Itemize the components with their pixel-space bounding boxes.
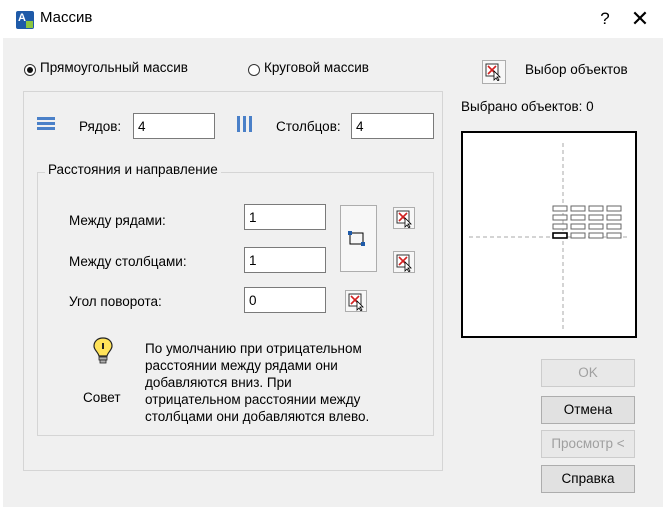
preview-cell bbox=[552, 214, 568, 221]
column-offset-input[interactable] bbox=[244, 247, 326, 273]
rows-icon bbox=[37, 117, 55, 130]
tip-line: По умолчанию при отрицательном bbox=[145, 341, 362, 356]
preview-cell bbox=[570, 232, 586, 239]
window-title: Массив bbox=[40, 9, 93, 26]
select-objects-icon bbox=[485, 63, 501, 81]
rows-label: Рядов: bbox=[79, 119, 122, 134]
preview-cell bbox=[606, 205, 622, 212]
preview-cell bbox=[588, 232, 604, 239]
pick-cursor-icon bbox=[396, 210, 412, 228]
columns-input[interactable] bbox=[351, 113, 434, 139]
tip-line: добавляются вниз. При bbox=[145, 375, 292, 390]
row-offset-input[interactable] bbox=[244, 204, 326, 230]
cancel-button[interactable]: Отмена bbox=[541, 396, 635, 424]
rows-input[interactable] bbox=[133, 113, 215, 139]
preview-cell bbox=[588, 223, 604, 230]
polar-array-label[interactable]: Круговой массив bbox=[264, 60, 369, 75]
rectangular-array-label[interactable]: Прямоугольный массив bbox=[40, 60, 188, 75]
preview-button[interactable]: Просмотр < bbox=[541, 430, 635, 458]
polar-array-radio[interactable] bbox=[248, 64, 260, 76]
rectangular-array-radio[interactable] bbox=[24, 64, 36, 76]
pick-cursor-icon bbox=[396, 254, 412, 272]
pick-both-offsets-icon bbox=[348, 231, 365, 246]
pick-angle-button[interactable] bbox=[345, 290, 367, 312]
preview-cell bbox=[570, 205, 586, 212]
pick-row-offset-button[interactable] bbox=[393, 207, 415, 229]
tip-line: расстоянии между рядами они bbox=[145, 358, 338, 373]
help-icon[interactable]: ? bbox=[593, 6, 617, 32]
preview-cell bbox=[588, 214, 604, 221]
preview-cell bbox=[570, 223, 586, 230]
preview-cell bbox=[552, 223, 568, 230]
row-offset-label: Между рядами: bbox=[69, 213, 166, 228]
preview-cell bbox=[606, 232, 622, 239]
tip-line: столбцами они добавляются влево. bbox=[145, 409, 370, 424]
tip-label: Совет bbox=[83, 390, 121, 405]
pick-column-offset-button[interactable] bbox=[393, 251, 415, 273]
preview-cell bbox=[552, 205, 568, 212]
array-preview bbox=[461, 131, 637, 338]
angle-input[interactable] bbox=[244, 287, 326, 313]
array-preview-drawing bbox=[469, 143, 629, 329]
preview-cell bbox=[570, 214, 586, 221]
window-border bbox=[0, 38, 3, 507]
pick-cursor-icon bbox=[348, 293, 364, 311]
app-icon: A bbox=[16, 11, 34, 29]
select-objects-button[interactable] bbox=[482, 60, 506, 84]
column-offset-label: Между столбцами: bbox=[69, 254, 187, 269]
columns-icon bbox=[237, 116, 252, 132]
preview-cell bbox=[588, 205, 604, 212]
lightbulb-icon bbox=[93, 337, 113, 364]
tip-text: По умолчанию при отрицательном расстояни… bbox=[145, 340, 369, 425]
title-bar bbox=[0, 0, 663, 38]
selected-count: Выбрано объектов: 0 bbox=[461, 99, 594, 114]
close-icon[interactable]: ✕ bbox=[625, 6, 655, 32]
preview-cell bbox=[606, 214, 622, 221]
preview-cell bbox=[606, 223, 622, 230]
columns-label: Столбцов: bbox=[276, 119, 341, 134]
tip-line: отрицательном расстоянии между bbox=[145, 392, 361, 407]
select-objects-label: Выбор объектов bbox=[525, 62, 628, 77]
distance-direction-legend: Расстояния и направление bbox=[45, 162, 221, 177]
help-button[interactable]: Справка bbox=[541, 465, 635, 493]
preview-base-cell bbox=[552, 232, 568, 239]
angle-label: Угол поворота: bbox=[69, 294, 162, 309]
ok-button[interactable]: OK bbox=[541, 359, 635, 387]
pick-both-offsets-button[interactable] bbox=[340, 205, 377, 272]
